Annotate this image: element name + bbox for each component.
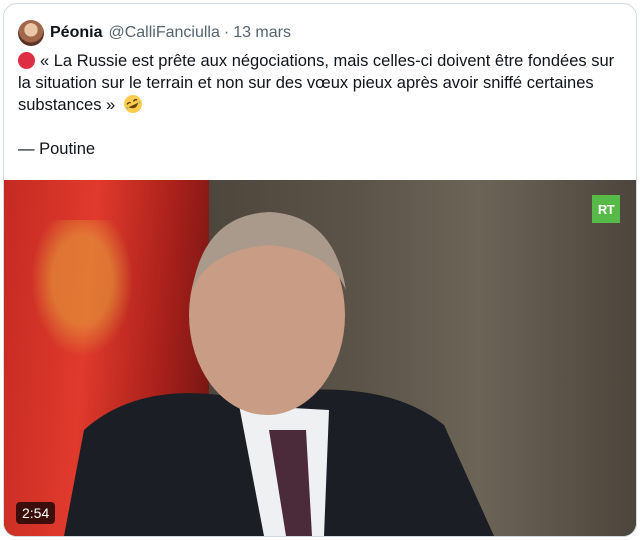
rt-logo: RT [592,195,620,223]
laughing-emoji-icon [123,95,142,113]
author-avatar[interactable] [18,20,44,46]
video-player[interactable]: RT 2:54 [4,180,636,536]
author-handle[interactable]: @CalliFanciulla [108,24,219,42]
tweet-text: « La Russie est prête aux négociations, … [18,50,630,160]
tweet-header: Péonia @CalliFanciulla · 13 mars [18,18,622,48]
tweet-body-text: « La Russie est prête aux négociations, … [18,52,615,114]
speaker-figure [64,212,494,536]
meta-separator: · [223,24,230,41]
author-name[interactable]: Péonia [50,24,102,42]
video-duration-badge: 2:54 [16,502,56,524]
red-circle-icon [18,52,35,69]
post-date[interactable]: 13 mars [233,24,291,42]
quote-attribution: — Poutine [18,140,96,158]
tweet-card[interactable]: Péonia @CalliFanciulla · 13 mars « La Ru… [3,3,637,537]
